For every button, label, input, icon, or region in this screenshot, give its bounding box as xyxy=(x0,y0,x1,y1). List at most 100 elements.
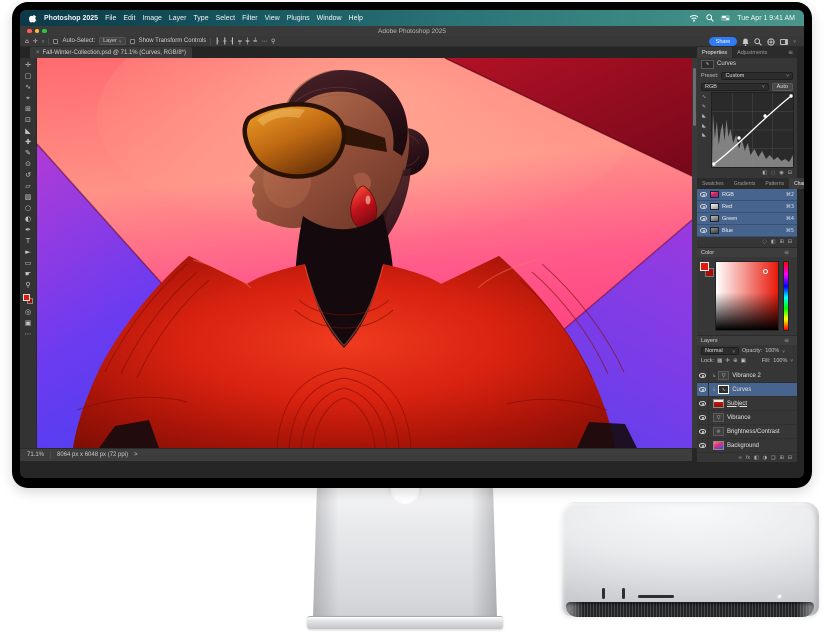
hand-tool-icon[interactable]: ☛ xyxy=(25,269,31,280)
auto-select-dropdown[interactable]: Layer˅ xyxy=(99,37,125,45)
scrollbar-thumb[interactable] xyxy=(693,68,696,126)
lasso-tool-icon[interactable]: ∿ xyxy=(25,82,31,93)
menu-item-file[interactable]: File xyxy=(105,15,116,22)
curve-draw-icon[interactable]: ✎ xyxy=(702,104,706,110)
visibility-eye-icon[interactable] xyxy=(699,401,706,406)
layer-row-vibrance[interactable]: ▽ Vibrance xyxy=(697,411,797,425)
visibility-eye-icon[interactable] xyxy=(699,415,706,420)
show-transform-checkbox[interactable] xyxy=(130,39,135,44)
visibility-eye-icon[interactable] xyxy=(699,429,706,434)
align-top-icon[interactable]: ┯ xyxy=(238,38,242,45)
quick-mask-icon[interactable]: ◎ xyxy=(25,307,31,318)
link-layers-icon[interactable]: ∞ xyxy=(738,455,742,461)
menu-item-image[interactable]: Image xyxy=(142,15,161,22)
zoom-level[interactable]: 71.1% xyxy=(27,452,44,458)
visibility-eye-icon[interactable] xyxy=(700,228,707,233)
panel-menu-icon[interactable]: ≡ xyxy=(784,249,793,256)
spotlight-search-icon[interactable] xyxy=(706,14,714,22)
notifications-bell-icon[interactable] xyxy=(742,38,749,46)
menu-clock[interactable]: Tue Apr 1 9:41 AM xyxy=(737,15,795,22)
healing-brush-tool-icon[interactable]: ✚ xyxy=(25,137,31,148)
object-selection-tool-icon[interactable]: ⌖ xyxy=(26,93,30,104)
align-bottom-icon[interactable]: ┷ xyxy=(253,38,257,45)
menu-item-view[interactable]: View xyxy=(265,15,280,22)
tab-gradients[interactable]: Gradients xyxy=(729,178,761,189)
document-tab[interactable]: × Fall-Winter-Collection.psd @ 71.1% (Cu… xyxy=(30,47,192,58)
control-center-icon[interactable] xyxy=(721,15,730,22)
reset-adjustment-icon[interactable]: ◌ xyxy=(771,170,775,176)
opacity-value[interactable]: 100% xyxy=(765,348,779,354)
color-panel-header[interactable]: Color ≡ xyxy=(697,247,797,257)
apple-logo-icon[interactable] xyxy=(29,14,37,23)
curves-graph[interactable] xyxy=(711,92,794,168)
align-left-icon[interactable]: ┠ xyxy=(215,38,219,45)
layer-row-background[interactable]: Background xyxy=(697,439,797,453)
saturation-brightness-field[interactable] xyxy=(715,261,779,331)
auto-button[interactable]: Auto xyxy=(772,83,793,91)
brush-tool-icon[interactable]: ✎ xyxy=(25,148,31,159)
layer-thumbnail[interactable] xyxy=(713,441,724,450)
delete-adjustment-icon[interactable]: ⊟ xyxy=(788,170,792,176)
align-center-icon[interactable]: ╂ xyxy=(223,38,227,45)
gray-point-eyedropper-icon[interactable]: ◣ xyxy=(702,123,706,129)
panel-menu-icon[interactable]: ≡ xyxy=(784,337,793,344)
layer-row-subject[interactable]: Subject xyxy=(697,397,797,411)
channel-row-red[interactable]: Red ⌘3 xyxy=(697,201,797,213)
lock-position-icon[interactable]: ✛ xyxy=(725,358,730,364)
zoom-window-button[interactable] xyxy=(42,29,47,34)
hue-slider[interactable] xyxy=(783,261,789,331)
save-selection-icon[interactable]: ◧ xyxy=(771,239,776,245)
eraser-tool-icon[interactable]: ▱ xyxy=(25,181,30,192)
edit-toolbar-icon[interactable]: ⋯ xyxy=(25,329,32,340)
blur-tool-icon[interactable]: ○ xyxy=(25,203,31,214)
zoom-tool-icon[interactable]: ⚲ xyxy=(25,280,30,291)
layers-panel-header[interactable]: Layers ≡ xyxy=(697,335,797,345)
channel-row-blue[interactable]: Blue ⌘5 xyxy=(697,225,797,237)
menu-app-name[interactable]: Photoshop 2025 xyxy=(44,15,98,22)
channel-row-rgb[interactable]: RGB ⌘2 xyxy=(697,189,797,201)
visibility-eye-icon[interactable] xyxy=(700,204,707,209)
move-tool-preset-icon[interactable]: ✛ xyxy=(33,38,38,45)
menu-item-select[interactable]: Select xyxy=(216,15,235,22)
workspace-switcher-icon[interactable] xyxy=(780,39,788,45)
visibility-eye-icon[interactable] xyxy=(699,373,706,378)
lock-all-icon[interactable]: ▣ xyxy=(741,358,746,364)
lock-artboard-icon[interactable]: ⊕ xyxy=(733,358,738,364)
more-options-icon[interactable]: ⋯ xyxy=(261,38,267,45)
align-right-icon[interactable]: ┨ xyxy=(231,38,235,45)
layer-row-brightness-contrast[interactable]: ☼ Brightness/Contrast xyxy=(697,425,797,439)
gradient-tool-icon[interactable]: ▨ xyxy=(25,192,32,203)
layer-row-vibrance-2[interactable]: ↳ ▽ Vibrance 2 xyxy=(697,369,797,383)
menu-item-help[interactable]: Help xyxy=(349,15,363,22)
home-icon[interactable]: ⌂ xyxy=(25,38,29,45)
channel-dropdown[interactable]: RGB˅ xyxy=(701,83,769,91)
type-tool-icon[interactable]: T xyxy=(26,236,30,247)
new-layer-icon[interactable]: ⊞ xyxy=(780,455,784,461)
black-point-eyedropper-icon[interactable]: ◣ xyxy=(702,113,706,119)
status-chevron-icon[interactable]: > xyxy=(134,452,138,458)
visibility-eye-icon[interactable] xyxy=(700,192,707,197)
auto-select-checkbox[interactable] xyxy=(53,39,58,44)
load-selection-icon[interactable]: ◌ xyxy=(762,239,766,245)
visibility-icon[interactable]: ◉ xyxy=(779,170,783,176)
visibility-eye-icon[interactable] xyxy=(699,387,706,392)
dodge-tool-icon[interactable]: ◐ xyxy=(25,214,31,225)
menu-item-window[interactable]: Window xyxy=(317,15,342,22)
foreground-background-swatch[interactable] xyxy=(23,294,33,304)
screen-mode-icon[interactable]: ▣ xyxy=(25,318,32,329)
move-tool-icon[interactable]: ✛ xyxy=(25,60,31,71)
search-icon[interactable] xyxy=(754,38,762,46)
foreground-color[interactable] xyxy=(23,294,30,301)
wifi-icon[interactable] xyxy=(689,14,699,22)
lightroom-sync-icon[interactable] xyxy=(767,38,775,46)
tab-swatches[interactable]: Swatches xyxy=(697,178,729,189)
document-canvas[interactable] xyxy=(37,58,692,448)
color-picker-ring[interactable] xyxy=(763,269,768,274)
panel-menu-icon[interactable]: ≡ xyxy=(788,47,797,58)
menu-item-layer[interactable]: Layer xyxy=(169,15,187,22)
visibility-eye-icon[interactable] xyxy=(700,216,707,221)
clip-adjustment-icon[interactable]: ◧ xyxy=(762,170,767,176)
align-middle-icon[interactable]: ┿ xyxy=(246,38,250,45)
blend-mode-dropdown[interactable]: Normal˅ xyxy=(701,347,739,355)
chevron-down-icon[interactable]: ˅ xyxy=(42,39,45,44)
